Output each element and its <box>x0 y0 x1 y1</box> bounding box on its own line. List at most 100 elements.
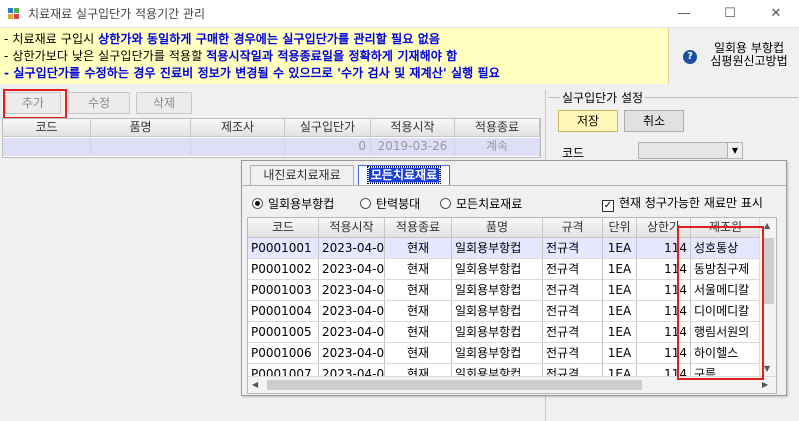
grid-cell[interactable]: 1EA <box>603 238 637 259</box>
grid-cell[interactable]: 일회용부항컵 <box>452 238 543 259</box>
grid-cell[interactable]: 전규격 <box>543 301 603 322</box>
save-button[interactable]: 저장 <box>558 110 618 132</box>
grid-cell[interactable]: 전규격 <box>543 322 603 343</box>
radio-cupping[interactable]: 일회용부항컵 <box>252 195 334 212</box>
scroll-right-icon[interactable]: ▶ <box>762 380 768 389</box>
checkbox-label: 현재 청구가능한 재료만 표시 <box>619 196 763 210</box>
scroll-left-icon[interactable]: ◀ <box>252 380 258 389</box>
grid-cell[interactable]: 현재 <box>385 301 452 322</box>
radio-icon <box>360 198 371 209</box>
code-label: 코드 <box>562 146 585 160</box>
grid-cell[interactable] <box>91 138 191 156</box>
radio-label: 탄력붕대 <box>376 197 421 211</box>
grid-cell[interactable]: 현재 <box>385 280 452 301</box>
grid-cell[interactable]: 전규격 <box>543 238 603 259</box>
grid-cell[interactable]: 전규격 <box>543 280 603 301</box>
radio-label: 일회용부항컵 <box>268 197 335 211</box>
column-header[interactable]: 코드 <box>3 119 91 137</box>
column-header[interactable]: 규격 <box>543 218 603 238</box>
grid-cell[interactable] <box>3 138 91 156</box>
notice-text: - 상한가보다 낮은 실구입단가를 적용할 <box>4 49 207 63</box>
grid-cell[interactable]: 2023-04-01 <box>319 280 385 301</box>
radio-label: 모든치료재료 <box>456 197 523 211</box>
company-line-2: 심평원신고방법 <box>710 54 788 68</box>
notice-text: - 치료재료 구입시 <box>4 32 99 46</box>
divider <box>242 185 786 186</box>
notice-line-1: - 치료재료 구입시 상한가와 동일하게 구매한 경우에는 실구입단가를 관리할… <box>4 30 440 47</box>
grid-cell[interactable]: 2023-04-01 <box>319 343 385 364</box>
radio-icon <box>252 198 263 209</box>
grid-cell[interactable]: 2023-04-01 <box>319 238 385 259</box>
window-title: 치료재료 실구입단가 적용기간 관리 <box>28 7 206 21</box>
grid-cell[interactable]: P0001001 <box>248 238 319 259</box>
grid-cell[interactable]: 일회용부항컵 <box>452 259 543 280</box>
notice-line-2: - 상한가보다 낮은 실구입단가를 적용할 적용시작일과 적용종료일을 정확하게… <box>4 47 457 64</box>
check-icon: ✓ <box>602 200 614 212</box>
close-button[interactable]: ✕ <box>753 0 799 28</box>
column-header[interactable]: 적용종료 <box>455 119 540 137</box>
tab-my-materials[interactable]: 내진료치료재료 <box>250 165 354 185</box>
grid-cell[interactable]: 1EA <box>603 280 637 301</box>
column-header[interactable]: 품명 <box>452 218 543 238</box>
grid-cell[interactable]: P0001003 <box>248 280 319 301</box>
column-header[interactable]: 단위 <box>603 218 637 238</box>
grid-cell[interactable]: 1EA <box>603 322 637 343</box>
scroll-up-icon[interactable]: ▲ <box>764 221 770 230</box>
radio-all[interactable]: 모든치료재료 <box>440 195 522 212</box>
app-icon <box>8 8 20 20</box>
billable-only-checkbox[interactable]: ✓ 현재 청구가능한 재료만 표시 <box>602 194 763 212</box>
maximize-button[interactable]: ☐ <box>707 0 753 28</box>
help-icon[interactable]: ? <box>683 50 697 64</box>
grid-cell[interactable]: 1EA <box>603 301 637 322</box>
notice-line-3: - 실구입단가를 수정하는 경우 진료비 정보가 변경될 수 있으므로 '수가 … <box>4 66 500 80</box>
grid-cell[interactable]: 계속 <box>455 138 540 156</box>
grid-cell[interactable]: 일회용부항컵 <box>452 280 543 301</box>
delete-button[interactable]: 삭제 <box>136 92 192 114</box>
cancel-button[interactable]: 취소 <box>624 110 684 132</box>
price-grid[interactable]: 코드 품명 제조사 실구입단가 적용시작 적용종료 0 2019-03-26 계… <box>2 118 541 158</box>
grid-cell[interactable]: 일회용부항컵 <box>452 343 543 364</box>
column-header[interactable]: 제조사 <box>191 119 285 137</box>
column-header[interactable]: 코드 <box>248 218 319 238</box>
grid-cell[interactable]: 1EA <box>603 259 637 280</box>
grid-cell[interactable]: P0001002 <box>248 259 319 280</box>
notice-highlight: 적용시작일과 적용종료일을 정확하게 기재해야 함 <box>206 49 458 63</box>
grid-cell[interactable]: 전규격 <box>543 259 603 280</box>
grid-cell[interactable]: 2023-04-01 <box>319 322 385 343</box>
grid-cell[interactable]: 전규격 <box>543 343 603 364</box>
minimize-button[interactable]: — <box>661 0 707 28</box>
grid-cell[interactable] <box>191 138 285 156</box>
edit-button[interactable]: 수정 <box>68 92 130 114</box>
column-header[interactable]: 실구입단가 <box>285 119 371 137</box>
chevron-down-icon[interactable]: ▼ <box>727 143 742 158</box>
grid-cell[interactable]: P0001006 <box>248 343 319 364</box>
notice-highlight: 상한가와 동일하게 구매한 경우에는 실구입단가를 관리할 필요 없음 <box>98 32 441 46</box>
grid-cell[interactable]: 현재 <box>385 238 452 259</box>
radio-bandage[interactable]: 탄력붕대 <box>360 195 420 212</box>
grid-cell[interactable]: 2023-04-01 <box>319 259 385 280</box>
code-combo[interactable]: ▼ <box>638 142 743 159</box>
report-method-link[interactable]: 일회용 부항컵 심평원신고방법 <box>703 42 795 68</box>
grid-cell[interactable]: 0 <box>285 138 371 156</box>
grid-cell[interactable]: 1EA <box>603 343 637 364</box>
grid-cell[interactable]: P0001005 <box>248 322 319 343</box>
grid-cell[interactable]: 현재 <box>385 343 452 364</box>
tab-all-materials[interactable]: 모든치료재료 <box>358 165 450 185</box>
scroll-down-icon[interactable]: ▼ <box>764 364 770 373</box>
grid-cell[interactable]: 현재 <box>385 259 452 280</box>
notice-panel: - 치료재료 구입시 상한가와 동일하게 구매한 경우에는 실구입단가를 관리할… <box>0 28 669 84</box>
tab-label: 모든치료재료 <box>366 166 442 184</box>
column-header[interactable]: 품명 <box>91 119 191 137</box>
scroll-thumb[interactable] <box>267 380 642 390</box>
grid-cell[interactable]: 일회용부항컵 <box>452 322 543 343</box>
grid-cell[interactable]: 2023-04-01 <box>319 301 385 322</box>
column-header[interactable]: 적용종료 <box>385 218 452 238</box>
annotation-box <box>677 226 764 380</box>
title-bar: 치료재료 실구입단가 적용기간 관리 — ☐ ✕ <box>0 0 799 28</box>
column-header[interactable]: 적용시작 <box>319 218 385 238</box>
grid-cell[interactable]: 현재 <box>385 322 452 343</box>
grid-cell[interactable]: 일회용부항컵 <box>452 301 543 322</box>
grid-cell[interactable]: 2019-03-26 <box>371 138 455 156</box>
column-header[interactable]: 적용시작 <box>371 119 455 137</box>
grid-cell[interactable]: P0001004 <box>248 301 319 322</box>
